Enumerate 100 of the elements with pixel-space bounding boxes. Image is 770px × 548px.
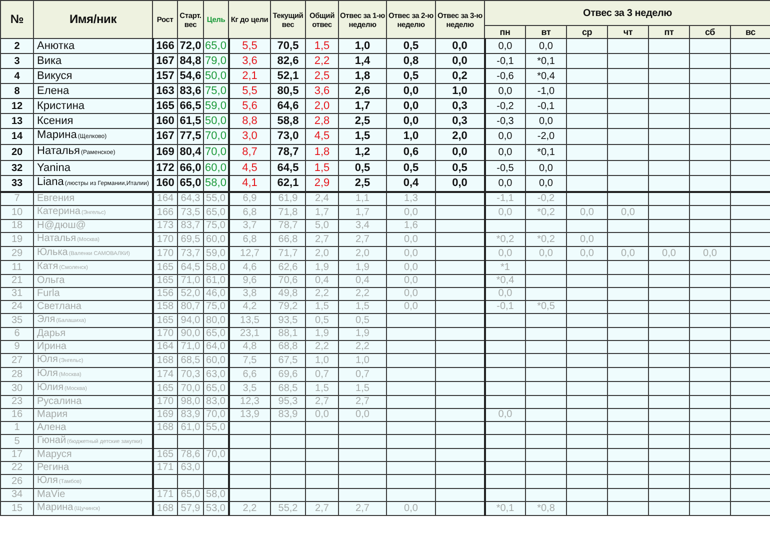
table-cell: 165 [152,260,178,274]
table-cell: 0,8 [386,54,436,68]
table-cell: 165 [152,98,178,114]
table-cell: 2,2 [306,340,338,353]
table-cell: 2,0 [436,128,484,144]
table-cell: 3,7 [228,219,270,232]
table-cell: 165 [152,274,178,287]
table-cell: 0,0 [436,38,484,54]
column-header: вс [730,26,770,38]
table-cell: 16 [0,408,34,421]
table-cell: 2 [0,38,34,54]
table-cell: 1,2 [338,144,386,160]
table-cell: 167 [152,54,178,68]
table-cell: 30 [0,381,34,395]
participant-name: Марина [37,502,74,512]
table-cell: 0,0 [526,246,566,260]
table-cell: -0,2 [484,98,526,114]
participant-name: Юлия [37,382,64,392]
table-cell: 83,6 [178,84,204,98]
table-cell: 78,7 [270,219,306,232]
table-cell: 0,0 [526,38,566,54]
table-cell: 0,0 [484,144,526,160]
table-cell: 174 [152,367,178,381]
table-cell: 8 [0,84,34,98]
table-cell: 1,9 [306,327,338,340]
table-cell: 170 [152,232,178,246]
table-cell: 61,9 [270,192,306,205]
table-cell: 166 [152,38,178,54]
table-cell: 163 [152,84,178,98]
table-cell: 1,9 [306,260,338,274]
table-cell: 23,1 [228,327,270,340]
table-cell: 8,7 [228,144,270,160]
table-cell: 2,0 [306,246,338,260]
participant-name: Liana [37,176,64,188]
table-cell: 11 [0,260,34,274]
participant-name: Ирина [37,341,66,352]
table-cell: 95,3 [270,395,306,408]
participant-name: Вика [37,54,62,66]
table-cell: 172 [152,160,178,176]
table-cell: 0,0 [484,84,526,98]
table-cell: 0,0 [436,176,484,192]
table-cell: 68,8 [270,340,306,353]
table-cell: 0,0 [566,205,608,219]
table-cell: 0,0 [526,160,566,176]
table-cell: 167 [152,128,178,144]
table-cell: 13,9 [228,408,270,421]
table-cell: 2,2 [306,287,338,300]
table-cell: 1,5 [306,300,338,313]
column-header: ср [566,26,608,38]
participant-name: Анютка [37,40,75,52]
table-cell: 1,0 [338,353,386,367]
table-cell: 0,5 [306,313,338,327]
table-cell: 2,1 [228,68,270,84]
table-cell: 2,7 [338,232,386,246]
table-cell: 8,8 [228,114,270,128]
participant-name: Викуся [37,70,72,82]
table-cell: 170 [152,395,178,408]
table-cell: 0,0 [648,246,690,260]
table-cell: 62,1 [270,176,306,192]
table-cell: 31 [0,287,34,300]
participant-name: Furla [37,288,60,299]
participant-name: Наталья [37,146,80,157]
participant-name: Ольга [37,275,65,286]
table-cell: 27 [0,353,34,367]
table-cell: 14 [0,128,34,144]
table-cell: 168 [152,501,178,515]
table-cell: 170 [152,327,178,340]
table-cell: 20 [0,144,34,160]
participant-name: Юля [37,475,58,486]
table-cell: 0,0 [338,408,386,421]
table-cell: *0,8 [526,501,566,515]
table-cell: 2,7 [338,395,386,408]
table-cell: 0,0 [386,246,436,260]
table-cell: 1,0 [306,353,338,367]
table-cell: *0,2 [526,232,566,246]
table-cell: 62,6 [270,260,306,274]
column-header: № [0,0,34,38]
table-cell: 2,7 [306,395,338,408]
table-cell: 12,7 [228,246,270,260]
participant-name: Юля [37,354,58,364]
table-cell: *1 [484,260,526,274]
table-cell: 0,0 [386,232,436,246]
table-cell: 0,4 [306,274,338,287]
table-cell: 0,0 [690,246,730,260]
table-cell: 17 [0,448,34,461]
table-cell: 0,0 [436,144,484,160]
table-cell: 0,3 [436,98,484,114]
table-cell: 1 [0,421,34,434]
table-cell: 157 [152,68,178,84]
table-cell: 84,8 [178,54,204,68]
table-cell: -0,1 [526,98,566,114]
table-cell: 169 [152,408,178,421]
table-cell: 0,0 [436,54,484,68]
table-cell: 71,8 [270,205,306,219]
table-cell: 0,7 [306,367,338,381]
table-cell: 0,0 [484,287,526,300]
table-cell: 67,5 [270,353,306,367]
table-cell: 0,0 [566,246,608,260]
table-cell: 4,5 [228,160,270,176]
table-cell: 50,0 [204,114,228,128]
